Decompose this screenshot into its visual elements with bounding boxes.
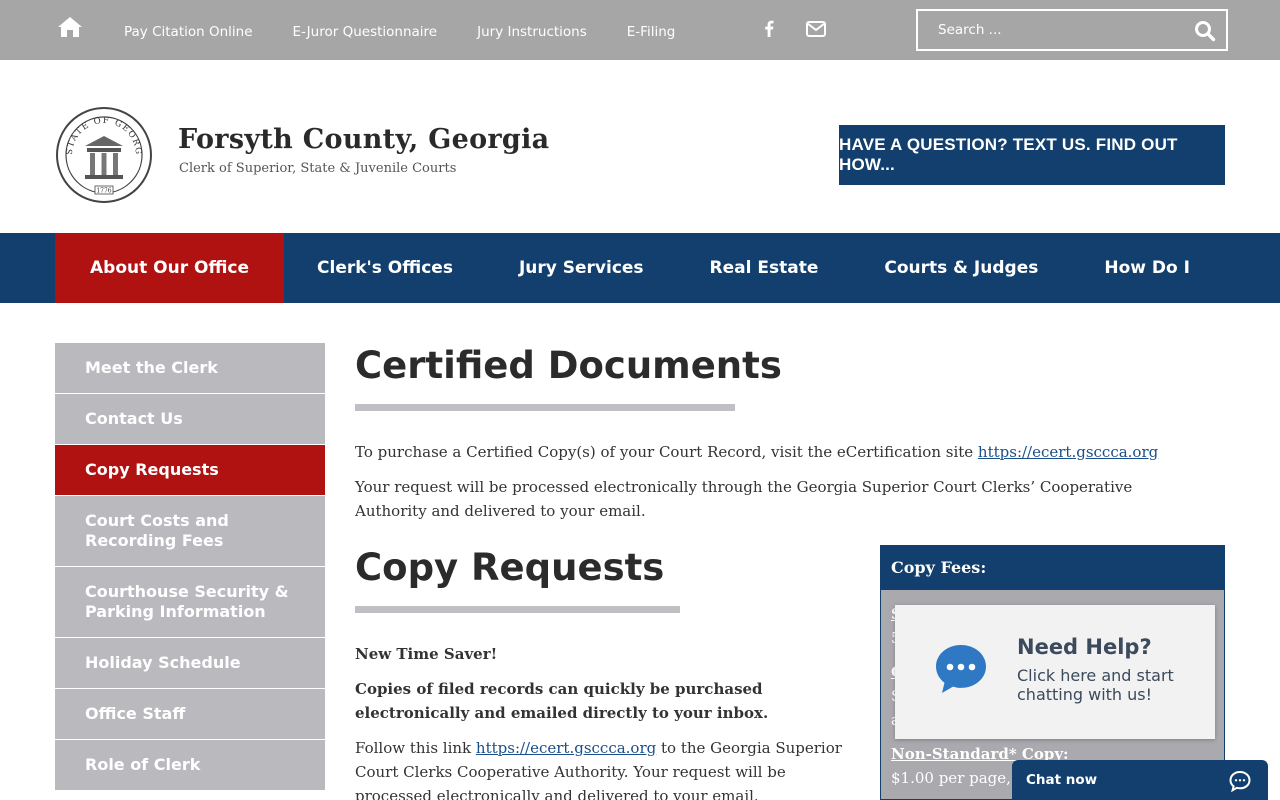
search-box bbox=[916, 9, 1228, 51]
search-input[interactable] bbox=[918, 11, 1188, 49]
site-subtitle: Clerk of Superior, State & Juvenile Cour… bbox=[179, 161, 457, 176]
need-help-title: Need Help? bbox=[1017, 635, 1152, 659]
nav-clerks-offices[interactable]: Clerk's Offices bbox=[284, 233, 486, 303]
copy-fees-heading: Copy Fees: bbox=[881, 546, 1224, 590]
sidebar-item-meet-the-clerk[interactable]: Meet the Clerk bbox=[55, 343, 325, 394]
text-us-button[interactable]: HAVE A QUESTION? TEXT US. FIND OUT HOW..… bbox=[839, 125, 1225, 185]
title-underline bbox=[355, 404, 735, 411]
home-icon[interactable] bbox=[56, 15, 84, 39]
top-links: Pay Citation Online E-Juror Questionnair… bbox=[104, 0, 695, 60]
time-saver-text: New Time Saver! bbox=[355, 645, 498, 663]
chat-icon bbox=[1228, 769, 1252, 793]
processing-paragraph: Your request will be processed electroni… bbox=[355, 478, 1133, 520]
sidebar-item-role-of-clerk[interactable]: Role of Clerk bbox=[55, 740, 325, 791]
need-help-text: Click here and start chatting with us! bbox=[1017, 666, 1174, 704]
section-title-copy-requests: Copy Requests bbox=[355, 546, 665, 589]
search-icon[interactable] bbox=[1194, 20, 1216, 42]
sidebar-item-holiday-schedule[interactable]: Holiday Schedule bbox=[55, 638, 325, 689]
nav-jury-services[interactable]: Jury Services bbox=[486, 233, 677, 303]
chat-bubble-icon bbox=[933, 641, 989, 697]
sidebar-nav: Meet the Clerk Contact Us Copy Requests … bbox=[55, 343, 325, 791]
sidebar-item-copy-requests[interactable]: Copy Requests bbox=[55, 445, 325, 496]
efiling-link[interactable]: E-Filing bbox=[607, 24, 696, 40]
ecert-text: To purchase a Certified Copy(s) of your … bbox=[355, 443, 978, 461]
follow-link-paragraph: Follow this link https://ecert.gsccca.or… bbox=[355, 736, 855, 800]
state-seal-logo[interactable]: STATE OF GEORGIA 1776 bbox=[50, 99, 153, 204]
top-utility-bar: Pay Citation Online E-Juror Questionnair… bbox=[0, 0, 1280, 60]
ecert-paragraph: To purchase a Certified Copy(s) of your … bbox=[355, 440, 1225, 464]
chat-help-popup[interactable]: Need Help? Click here and start chatting… bbox=[895, 605, 1215, 739]
ecert-link-2[interactable]: https://ecert.gsccca.org bbox=[476, 739, 656, 757]
nav-courts-judges[interactable]: Courts & Judges bbox=[851, 233, 1071, 303]
sidebar-item-court-costs[interactable]: Court Costs and Recording Fees bbox=[55, 496, 325, 567]
pay-citation-link[interactable]: Pay Citation Online bbox=[104, 24, 273, 40]
nav-about-our-office[interactable]: About Our Office bbox=[55, 233, 285, 303]
ecert-link[interactable]: https://ecert.gsccca.org bbox=[978, 443, 1158, 461]
svg-text:1776: 1776 bbox=[96, 188, 111, 195]
facebook-icon[interactable] bbox=[757, 17, 781, 41]
copies-filed-text: Copies of filed records can quickly be p… bbox=[355, 680, 769, 722]
nav-how-do-i[interactable]: How Do I bbox=[1071, 233, 1223, 303]
nav-real-estate[interactable]: Real Estate bbox=[677, 233, 852, 303]
main-nav: About Our Office Clerk's Offices Jury Se… bbox=[0, 233, 1280, 303]
follow-link-before: Follow this link bbox=[355, 739, 476, 757]
envelope-icon[interactable] bbox=[804, 17, 828, 41]
chat-now-label: Chat now bbox=[1026, 772, 1098, 788]
nonstandard-copy-value: $1.00 per page, p bbox=[891, 769, 1026, 787]
sidebar-item-courthouse-security[interactable]: Courthouse Security & Parking Informatio… bbox=[55, 567, 325, 638]
jury-instructions-link[interactable]: Jury Instructions bbox=[457, 24, 607, 40]
chat-now-bar[interactable]: Chat now bbox=[1012, 760, 1268, 800]
sidebar-item-contact-us[interactable]: Contact Us bbox=[55, 394, 325, 445]
sidebar-item-office-staff[interactable]: Office Staff bbox=[55, 689, 325, 740]
site-title[interactable]: Forsyth County, Georgia bbox=[178, 124, 549, 155]
ejuror-questionnaire-link[interactable]: E-Juror Questionnaire bbox=[273, 24, 458, 40]
page-title: Certified Documents bbox=[355, 344, 782, 387]
section-underline bbox=[355, 606, 680, 613]
